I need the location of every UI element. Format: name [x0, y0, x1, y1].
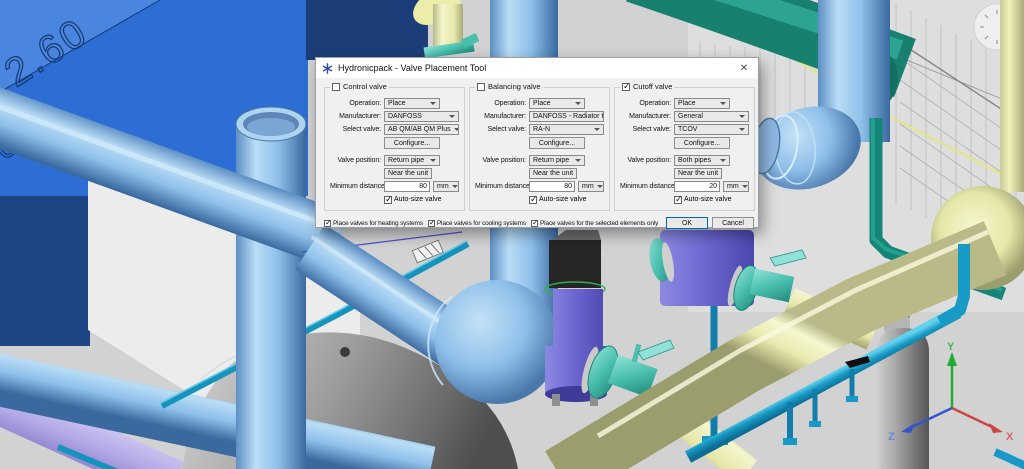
group-balancing-valve: Balancing valve Operation: Place Manufac…	[469, 87, 610, 211]
cancel-button[interactable]: Cancel	[712, 217, 754, 229]
chevron-down-icon	[742, 185, 748, 188]
min-distance-input[interactable]: 80	[384, 181, 430, 192]
manufacturer-select[interactable]: DANFOSS - Radiator ther	[529, 111, 604, 122]
configure-button[interactable]: Configure...	[674, 137, 730, 149]
manufacturer-label: Manufacturer:	[475, 113, 526, 120]
group-label: Balancing valve	[488, 82, 541, 91]
manufacturer-select[interactable]: General	[674, 111, 749, 122]
chevron-down-icon	[449, 115, 455, 118]
unit-select[interactable]: mm	[723, 181, 749, 192]
operation-label: Operation:	[475, 100, 526, 107]
configure-button[interactable]: Configure...	[384, 137, 440, 149]
chevron-down-icon	[452, 185, 458, 188]
min-distance-label: Minimum distance:	[475, 183, 526, 190]
autosize-label: Auto-size valve	[539, 196, 586, 203]
chevron-down-icon	[575, 102, 581, 105]
control-valve-checkbox[interactable]	[332, 83, 340, 91]
operation-select[interactable]: Place	[529, 98, 585, 109]
valve-position-select[interactable]: Both pipes	[674, 155, 730, 166]
min-distance-input[interactable]: 80	[529, 181, 575, 192]
valve-position-label: Valve position:	[620, 157, 671, 164]
autosize-label: Auto-size valve	[394, 196, 441, 203]
placement-select[interactable]: Near the unit	[674, 168, 722, 179]
heating-systems-label: Place valves for heating systems	[333, 220, 423, 227]
valve-position-select[interactable]: Return pipe	[529, 155, 585, 166]
blue-pipe-vertical-open	[236, 107, 306, 469]
close-icon[interactable]: ✕	[736, 63, 752, 74]
operation-label: Operation:	[330, 100, 381, 107]
chevron-down-icon	[594, 128, 600, 131]
revit-3d-viewport: 2.60 60	[0, 0, 1024, 469]
manufacturer-label: Manufacturer:	[330, 113, 381, 120]
placement-select[interactable]: Near the unit	[384, 168, 432, 179]
chevron-down-icon	[720, 159, 726, 162]
unit-select[interactable]: mm	[433, 181, 459, 192]
chevron-down-icon	[430, 102, 436, 105]
chevron-down-icon	[575, 159, 581, 162]
valve-position-select[interactable]: Return pipe	[384, 155, 440, 166]
chevron-down-icon	[431, 172, 432, 175]
selected-elements-label: Place valves for the selected elements o…	[540, 220, 658, 227]
autosize-checkbox[interactable]	[674, 196, 682, 204]
chevron-down-icon	[454, 128, 459, 131]
manufacturer-select[interactable]: DANFOSS	[384, 111, 459, 122]
operation-select[interactable]: Place	[674, 98, 730, 109]
select-valve-select[interactable]: TCOV	[674, 124, 749, 135]
placement-select[interactable]: Near the unit	[529, 168, 577, 179]
axis-label-y: Y	[947, 341, 955, 353]
axis-label-x: X	[1006, 431, 1014, 443]
chevron-down-icon	[576, 172, 577, 175]
min-distance-label: Minimum distance:	[330, 183, 381, 190]
operation-label: Operation:	[620, 100, 671, 107]
balancing-valve-checkbox[interactable]	[477, 83, 485, 91]
chevron-down-icon	[720, 102, 726, 105]
select-valve-label: Select valve:	[330, 126, 381, 133]
autosize-checkbox[interactable]	[529, 196, 537, 204]
group-label: Cutoff valve	[633, 82, 672, 91]
configure-button[interactable]: Configure...	[529, 137, 585, 149]
cooling-systems-label: Place valves for cooling systems	[437, 220, 526, 227]
chevron-down-icon	[430, 159, 436, 162]
chevron-down-icon	[721, 172, 722, 175]
group-control-valve: Control valve Operation: Place Manufactu…	[324, 87, 465, 211]
chevron-down-icon	[739, 128, 745, 131]
ok-button[interactable]: OK	[666, 217, 708, 229]
dialog-titlebar[interactable]: Hydronicpack - Valve Placement Tool ✕	[316, 58, 758, 78]
hydronicpack-logo-icon	[322, 63, 333, 74]
min-distance-input[interactable]: 20	[674, 181, 720, 192]
autosize-checkbox[interactable]	[384, 196, 392, 204]
axis-label-z: Z	[888, 431, 895, 443]
operation-select[interactable]: Place	[384, 98, 440, 109]
select-valve-select[interactable]: RA-N	[529, 124, 604, 135]
select-valve-select[interactable]: AB QM/AB QM Plus	[384, 124, 459, 135]
selected-elements-checkbox[interactable]	[531, 220, 538, 227]
dialog-body: Control valve Operation: Place Manufactu…	[316, 78, 758, 211]
manufacturer-label: Manufacturer:	[620, 113, 671, 120]
group-cutoff-valve: Cutoff valve Operation: Place Manufactur…	[614, 87, 755, 211]
select-valve-label: Select valve:	[620, 126, 671, 133]
chevron-down-icon	[739, 115, 745, 118]
valve-placement-dialog: Hydronicpack - Valve Placement Tool ✕ Co…	[315, 57, 759, 228]
group-label: Control valve	[343, 82, 387, 91]
valve-position-label: Valve position:	[475, 157, 526, 164]
heating-systems-checkbox[interactable]	[324, 220, 331, 227]
chevron-down-icon	[597, 185, 603, 188]
select-valve-label: Select valve:	[475, 126, 526, 133]
cooling-systems-checkbox[interactable]	[428, 220, 435, 227]
min-distance-label: Minimum distance:	[620, 183, 671, 190]
dialog-footer: Place valves for heating systems Place v…	[316, 211, 758, 229]
valve-position-label: Valve position:	[330, 157, 381, 164]
unit-select[interactable]: mm	[578, 181, 604, 192]
dialog-title: Hydronicpack - Valve Placement Tool	[338, 63, 486, 73]
autosize-label: Auto-size valve	[684, 196, 731, 203]
cutoff-valve-checkbox[interactable]	[622, 83, 630, 91]
